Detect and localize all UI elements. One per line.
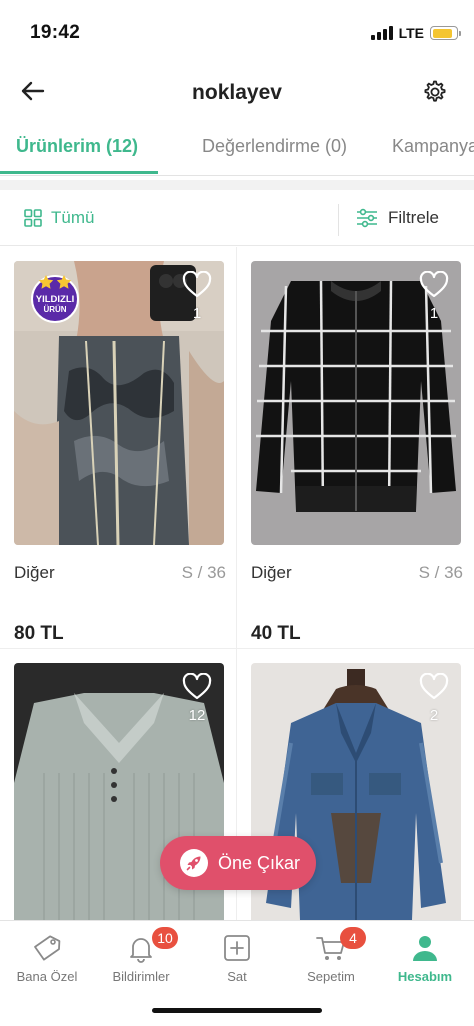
home-indicator xyxy=(152,1008,322,1013)
nav-item-account[interactable]: Hesabım xyxy=(378,931,472,984)
like-count: 1 xyxy=(192,305,202,322)
header: noklayev xyxy=(0,64,474,120)
like-count: 2 xyxy=(429,707,439,724)
settings-button[interactable] xyxy=(420,78,448,106)
tab-products[interactable]: Ürünlerim (12) xyxy=(16,136,138,157)
tab-indicator xyxy=(0,171,158,174)
status-indicators: LTE xyxy=(370,25,461,41)
badge-line2: ÜRÜN xyxy=(43,305,66,314)
section-divider xyxy=(0,180,474,190)
all-label: Tümü xyxy=(51,208,95,227)
filter-label: Filtrele xyxy=(388,208,440,227)
network-label: LTE xyxy=(398,25,424,41)
grid-icon xyxy=(24,209,42,227)
badge-line1: YILDIZLI xyxy=(36,294,75,305)
gear-icon xyxy=(424,80,446,102)
nav-label: Bana Özel xyxy=(16,969,78,984)
plus-square-icon xyxy=(190,931,284,965)
product-image: 1 xyxy=(251,261,461,545)
cart-badge: 4 xyxy=(340,927,366,949)
like-count: 1 xyxy=(429,305,439,322)
tab-campaigns[interactable]: Kampanyalar xyxy=(392,136,474,157)
profile-tabs: Ürünlerim (12) Değerlendirme (0) Kampany… xyxy=(0,124,474,176)
heart-icon xyxy=(182,672,212,700)
product-grid: YILDIZLI ÜRÜN 1 Diğer S / 36 80 TL 1 Diğ… xyxy=(0,247,474,920)
product-size: S / 36 xyxy=(181,563,226,582)
rocket-icon xyxy=(180,849,208,877)
product-card[interactable]: YILDIZLI ÜRÜN 1 Diğer S / 36 80 TL xyxy=(14,261,226,644)
like-button[interactable]: 12 xyxy=(180,672,214,724)
column-divider xyxy=(236,247,237,920)
product-price: 80 TL xyxy=(14,623,64,644)
signal-icon xyxy=(370,26,393,40)
tab-reviews[interactable]: Değerlendirme (0) xyxy=(202,136,347,157)
nav-label: Bildirimler xyxy=(112,969,170,984)
like-button[interactable]: 1 xyxy=(180,270,214,322)
product-size: S / 36 xyxy=(418,563,463,582)
product-meta: Diğer S / 36 xyxy=(251,563,463,585)
promote-button[interactable]: Öne Çıkar xyxy=(160,836,316,890)
filter-button[interactable]: Filtrele xyxy=(356,208,439,228)
nav-label: Sat xyxy=(227,969,247,984)
battery-icon xyxy=(430,26,461,40)
tag-icon xyxy=(0,931,94,965)
nav-label: Hesabım xyxy=(397,969,453,984)
heart-icon xyxy=(419,672,449,700)
notification-badge: 10 xyxy=(152,927,178,949)
bell-icon: 10 xyxy=(94,927,188,965)
battery-fill xyxy=(432,28,453,38)
heart-icon xyxy=(182,270,212,298)
status-time: 19:42 xyxy=(30,22,81,43)
page-title: noklayev xyxy=(192,81,282,104)
product-card[interactable]: 1 Diğer S / 36 40 TL xyxy=(251,261,463,644)
nav-item-cart[interactable]: 4 Sepetim xyxy=(284,927,378,984)
nav-label: Sepetim xyxy=(307,969,355,984)
person-icon xyxy=(378,931,472,965)
like-button[interactable]: 2 xyxy=(417,672,451,724)
filter-divider xyxy=(338,204,339,236)
row-divider xyxy=(0,648,474,649)
all-button[interactable]: Tümü xyxy=(24,208,94,228)
product-brand: Diğer xyxy=(251,563,292,582)
nav-item-notifications[interactable]: 10 Bildirimler xyxy=(94,927,188,984)
sliders-icon xyxy=(357,208,377,228)
cart-icon: 4 xyxy=(284,927,378,965)
product-price: 40 TL xyxy=(251,623,301,644)
product-image: YILDIZLI ÜRÜN 1 xyxy=(14,261,224,545)
promote-label: Öne Çıkar xyxy=(218,852,301,873)
like-count: 12 xyxy=(188,707,206,724)
product-brand: Diğer xyxy=(14,563,55,582)
nav-item-for-you[interactable]: Bana Özel xyxy=(0,931,94,984)
heart-icon xyxy=(419,270,449,298)
filter-row: Tümü Filtrele xyxy=(0,194,474,246)
product-meta: Diğer S / 36 xyxy=(14,563,226,585)
nav-item-sell[interactable]: Sat xyxy=(190,931,284,984)
like-button[interactable]: 1 xyxy=(417,270,451,322)
status-bar: 19:42 LTE xyxy=(0,0,474,64)
star-badge-icon: YILDIZLI ÜRÜN xyxy=(31,275,79,323)
featured-badge: YILDIZLI ÜRÜN xyxy=(28,269,82,323)
